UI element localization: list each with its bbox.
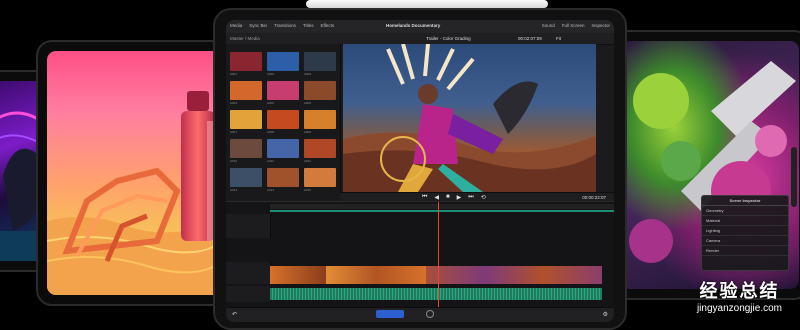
- viewer-title: Trailer - Color Grading: [426, 36, 471, 41]
- media-thumbnail[interactable]: [267, 81, 299, 100]
- clip-dancer[interactable]: [426, 266, 602, 284]
- media-thumbnail[interactable]: [230, 81, 262, 100]
- media-thumbnail-label: A008: [267, 130, 275, 134]
- skip-back-icon[interactable]: ⏮: [422, 194, 427, 201]
- tool-rail[interactable]: [791, 147, 797, 207]
- inspector-row[interactable]: Lighting: [702, 226, 788, 236]
- color-page-icon[interactable]: [426, 310, 434, 318]
- media-thumbnail-label: A003: [304, 72, 312, 76]
- audio-track-header[interactable]: [226, 286, 271, 302]
- apple-pencil: [306, 0, 548, 8]
- clip-sunset[interactable]: [270, 266, 326, 284]
- loop-icon[interactable]: ⟲: [481, 194, 486, 201]
- toolbar-inspector[interactable]: Inspector: [591, 23, 610, 28]
- media-thumbnail[interactable]: [230, 139, 262, 158]
- center-screen: Media Sync Bin Transitions Titles Effects Ho…: [226, 20, 614, 322]
- inspector-row[interactable]: Material: [702, 216, 788, 226]
- toolbar-full-screen[interactable]: Full Screen: [562, 23, 585, 28]
- audio-waveform[interactable]: [270, 288, 602, 300]
- media-thumbnail[interactable]: [304, 110, 336, 129]
- media-thumbnail-label: A010: [230, 159, 238, 163]
- right-screen: Scene Inspector Geometry Material Lighting…: [621, 41, 799, 289]
- inspector-row[interactable]: Geometry: [702, 206, 788, 216]
- media-thumbnail[interactable]: [304, 81, 336, 100]
- left-screen: [47, 51, 223, 295]
- skip-forward-icon[interactable]: ⏭: [468, 194, 473, 201]
- undo-icon[interactable]: ↶: [232, 311, 237, 318]
- tab-titles[interactable]: Titles: [303, 23, 314, 28]
- stop-icon[interactable]: ■: [446, 194, 450, 201]
- inspector-title: Scene Inspector: [702, 196, 788, 206]
- dancer-frame: [343, 43, 596, 192]
- ipad-right: Scene Inspector Geometry Material Lighting…: [610, 30, 800, 300]
- watermark-title: 经验总结: [699, 281, 780, 301]
- media-pool: A001 A002 A003 A004 A005 A006 A007 A008 A009 A010…: [226, 44, 341, 200]
- video-track-1-header[interactable]: [226, 214, 271, 238]
- tab-transitions[interactable]: Transitions: [274, 23, 296, 28]
- inspector-row[interactable]: Camera: [702, 236, 788, 246]
- timeline-ruler[interactable]: [270, 204, 614, 209]
- playback-timecode: 00:00:22:07: [582, 195, 606, 200]
- media-thumbnail-label: A014: [267, 188, 275, 192]
- play-reverse-icon[interactable]: ◀: [434, 194, 439, 201]
- media-thumbnail-label: A015: [304, 188, 312, 192]
- video-track-2-header[interactable]: [226, 262, 271, 284]
- media-thumbnail-label: A004: [230, 101, 238, 105]
- media-thumbnail[interactable]: [304, 168, 336, 187]
- media-thumbnail-label: A009: [304, 130, 312, 134]
- toolbar-sound[interactable]: Sound: [542, 23, 555, 28]
- tab-effects[interactable]: Effects: [320, 23, 334, 28]
- media-thumbnail[interactable]: [267, 168, 299, 187]
- media-thumbnail[interactable]: [267, 52, 299, 71]
- media-thumbnail-label: A001: [230, 72, 238, 76]
- inspector-row[interactable]: Render: [702, 246, 788, 256]
- viewer-timecode: 00:02:07:09: [518, 36, 542, 41]
- ipad-left: [36, 40, 234, 306]
- media-thumbnail[interactable]: [267, 139, 299, 158]
- media-thumbnail[interactable]: [304, 52, 336, 71]
- tab-sync-bin[interactable]: Sync Bin: [249, 23, 267, 28]
- media-pool-path: Master / Media: [230, 36, 260, 41]
- playhead[interactable]: [438, 202, 439, 308]
- media-thumbnail-label: A007: [230, 130, 238, 134]
- viewer[interactable]: [343, 43, 596, 192]
- ruler-range: [270, 210, 614, 212]
- ipad-center: Media Sync Bin Transitions Titles Effects Ho…: [213, 8, 627, 330]
- edit-page-button[interactable]: [376, 310, 404, 318]
- media-thumbnail[interactable]: [304, 139, 336, 158]
- play-icon[interactable]: ▶: [457, 194, 462, 201]
- media-thumbnail-label: A011: [267, 159, 274, 163]
- watermark: 经验总结 jingyanzongjie.com: [697, 277, 782, 314]
- window-title: Homelands Documentary: [386, 23, 441, 28]
- clip-fire[interactable]: [326, 266, 426, 284]
- sculpture-artwork: [47, 91, 223, 295]
- media-thumbnail-label: A006: [304, 101, 312, 105]
- top-bar: Media Sync Bin Transitions Titles Effects Ho…: [226, 20, 614, 34]
- watermark-url: jingyanzongjie.com: [696, 303, 782, 314]
- media-thumbnail[interactable]: [230, 168, 262, 187]
- viewer-fit[interactable]: Fit: [556, 36, 561, 41]
- tab-media[interactable]: Media: [230, 23, 242, 28]
- media-thumbnail[interactable]: [230, 110, 262, 129]
- scene-inspector-panel[interactable]: Scene Inspector Geometry Material Lighting…: [701, 195, 789, 271]
- media-thumbnail-label: A002: [267, 72, 275, 76]
- media-thumbnail[interactable]: [267, 110, 299, 129]
- media-thumbnail-label: A005: [267, 101, 275, 105]
- timeline[interactable]: [226, 201, 614, 308]
- media-thumbnail-label: A012: [304, 159, 312, 163]
- media-thumbnail[interactable]: [230, 52, 262, 71]
- settings-icon[interactable]: ⚙: [603, 311, 608, 318]
- media-thumbnail-label: A013: [230, 188, 238, 192]
